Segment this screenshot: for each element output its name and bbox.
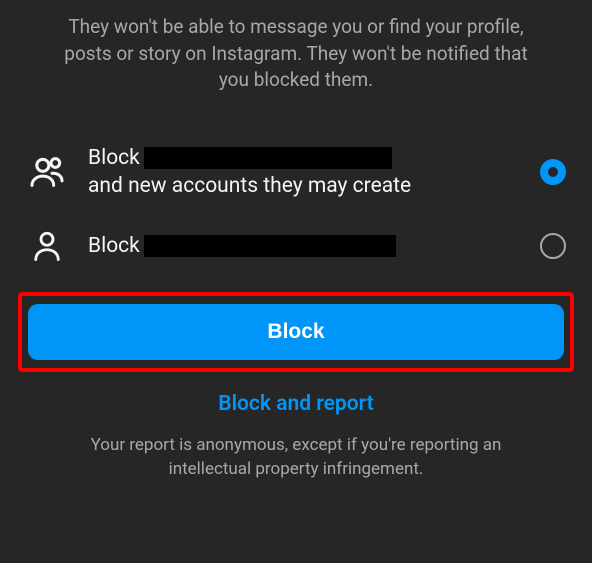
- radio-unselected[interactable]: [538, 231, 568, 261]
- person-icon: [24, 228, 70, 264]
- radio-selected[interactable]: [538, 157, 568, 187]
- block-and-report-link[interactable]: Block and report: [24, 382, 568, 434]
- block-option-single-label: Block: [88, 232, 520, 260]
- block-option-all-label: Block and new accounts they may create: [88, 144, 520, 201]
- block-option-all-accounts[interactable]: Block and new accounts they may create: [24, 130, 568, 215]
- block-option-single-account[interactable]: Block: [24, 214, 568, 278]
- redacted-username: [144, 147, 392, 169]
- block-button[interactable]: Block: [28, 304, 564, 360]
- report-footnote: Your report is anonymous, except if you'…: [24, 434, 568, 482]
- people-icon: [24, 152, 70, 192]
- redacted-username: [144, 235, 396, 257]
- tutorial-highlight: Block: [18, 292, 574, 372]
- block-description: They won't be able to message you or fin…: [24, 14, 568, 94]
